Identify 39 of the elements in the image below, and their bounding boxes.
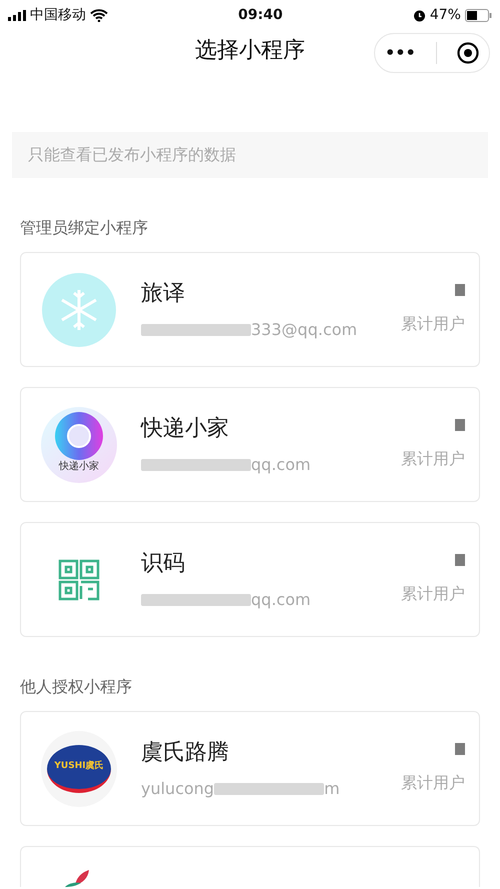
- account-text: m: [324, 778, 340, 800]
- snowflake-icon: [41, 272, 117, 348]
- section-label: 管理员绑定小程序: [20, 217, 149, 239]
- stat-label: 累计用户: [401, 312, 465, 334]
- app-name: 识码: [141, 550, 186, 578]
- signal-icon: [8, 10, 26, 20]
- wifi-icon: [90, 8, 108, 22]
- page-title: 选择小程序: [195, 37, 305, 65]
- account-text: qq.com: [251, 454, 311, 476]
- app-card[interactable]: 识码 qq.com 累计用户: [20, 522, 480, 637]
- battery-percent: 47%: [430, 6, 461, 24]
- account-text: yulucong: [141, 778, 214, 800]
- battery-icon: [464, 8, 492, 22]
- app-card[interactable]: 旅译 333@qq.com 累计用户: [20, 252, 480, 367]
- disc-icon: [54, 410, 104, 460]
- section-label: 他人授权小程序: [20, 676, 133, 698]
- redacted-mark: [455, 284, 465, 296]
- logo-caption: 快递小家: [59, 460, 99, 472]
- redacted-mark: [455, 742, 465, 754]
- logo-caption: YUSHI虞氏: [54, 760, 104, 773]
- app-name: 快递小家: [141, 415, 230, 443]
- app-card[interactable]: 快递小家 快递小家 qq.com 累计用户: [20, 387, 480, 502]
- redacted-mark: [455, 418, 465, 430]
- alarm-icon: [412, 8, 426, 22]
- clock-time: 09:40: [238, 6, 283, 24]
- stat-label: 累计用户: [401, 582, 465, 604]
- stat-label: 累计用户: [401, 772, 465, 794]
- close-icon[interactable]: [456, 42, 479, 64]
- carrier-name: 中国移动: [30, 6, 86, 24]
- redacted-mark: [455, 554, 465, 566]
- account-text: qq.com: [251, 589, 311, 611]
- leaf-icon: [65, 870, 89, 887]
- notice-text: 只能查看已发布小程序的数据: [12, 132, 488, 178]
- account-text: 333@qq.com: [251, 319, 358, 341]
- stat-label: 累计用户: [401, 448, 465, 470]
- more-button[interactable]: •••: [385, 41, 416, 65]
- app-card[interactable]: YUSHI虞氏 虞氏路腾 yulucong m 累计用户: [20, 711, 480, 826]
- app-name: 虞氏路腾: [141, 739, 230, 767]
- app-name: 旅译: [141, 280, 186, 308]
